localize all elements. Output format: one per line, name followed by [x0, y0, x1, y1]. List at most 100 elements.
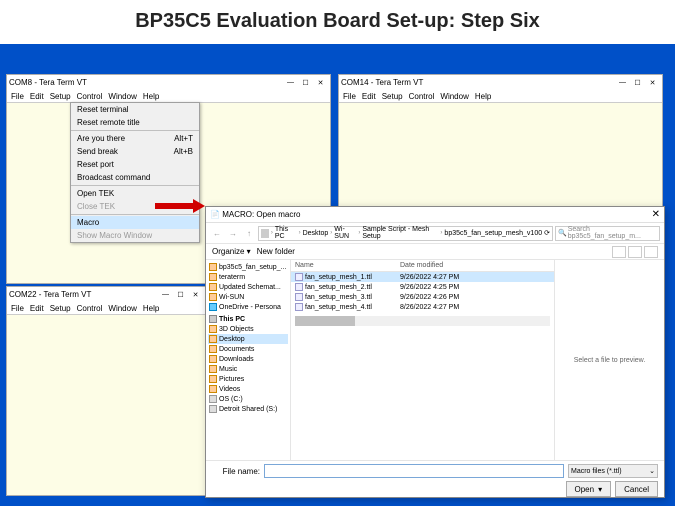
- search-input[interactable]: Search bp35c5_fan_setup_m...: [555, 226, 660, 241]
- scroll-thumb[interactable]: [295, 316, 355, 326]
- menu-macro[interactable]: Macro: [71, 216, 199, 229]
- file-filter-combo[interactable]: Macro files (*.ttl)⌄: [568, 464, 658, 478]
- minimize-button[interactable]: —: [615, 77, 630, 89]
- preview-pane: Select a file to preview.: [554, 260, 664, 460]
- menu-reset-port[interactable]: Reset port: [71, 158, 199, 171]
- nav-item[interactable]: OneDrive - Persona: [208, 302, 288, 312]
- chevron-down-icon[interactable]: ▾: [598, 485, 602, 494]
- folder-icon: [209, 375, 217, 383]
- nav-item[interactable]: bp35c5_fan_setup_...: [208, 262, 288, 272]
- nav-item[interactable]: Updated Schemat...: [208, 282, 288, 292]
- forward-button[interactable]: →: [226, 226, 240, 240]
- nav-item[interactable]: Detroit Shared (S:): [208, 404, 288, 414]
- menu-file[interactable]: File: [10, 304, 25, 313]
- titlebar[interactable]: COM22 - Tera Term VT — ☐ ✕: [7, 287, 205, 302]
- menu-edit[interactable]: Edit: [29, 92, 45, 101]
- titlebar[interactable]: COM8 - Tera Term VT — ☐ ✕: [7, 75, 330, 90]
- menu-help[interactable]: Help: [474, 92, 492, 101]
- maximize-button[interactable]: ☐: [630, 77, 645, 89]
- nav-item[interactable]: Wi-SUN: [208, 292, 288, 302]
- nav-item[interactable]: OS (C:): [208, 394, 288, 404]
- menu-window[interactable]: Window: [107, 92, 137, 101]
- close-button[interactable]: ✕: [645, 77, 660, 89]
- nav-row: ← → ↑ ›This PC ›Desktop ›Wi-SUN ›Sample …: [206, 223, 664, 243]
- maximize-button[interactable]: ☐: [298, 77, 313, 89]
- menu-are-you-there[interactable]: Are you thereAlt+T: [71, 132, 199, 145]
- open-button[interactable]: Open▾: [566, 481, 612, 497]
- menu-control[interactable]: Control: [76, 92, 104, 101]
- nav-item[interactable]: Desktop: [208, 334, 288, 344]
- column-name[interactable]: Name: [295, 262, 400, 269]
- folder-icon: [209, 355, 217, 363]
- menu-reset-terminal[interactable]: Reset terminal: [71, 103, 199, 116]
- nav-pane[interactable]: bp35c5_fan_setup_... teratermUpdated Sche…: [206, 260, 291, 460]
- nav-item[interactable]: Videos: [208, 384, 288, 394]
- menu-setup[interactable]: Setup: [49, 92, 72, 101]
- nav-item-label: OS (C:): [219, 396, 243, 403]
- maximize-button[interactable]: ☐: [173, 289, 188, 301]
- titlebar[interactable]: COM14 - Tera Term VT — ☐ ✕: [339, 75, 662, 90]
- folder-icon: [209, 283, 217, 291]
- menu-setup[interactable]: Setup: [381, 92, 404, 101]
- nav-item[interactable]: Documents: [208, 344, 288, 354]
- menu-setup[interactable]: Setup: [49, 304, 72, 313]
- file-name: fan_setup_mesh_4.ttl: [305, 304, 400, 311]
- nav-item-label: Documents: [219, 346, 254, 353]
- file-row[interactable]: fan_setup_mesh_4.ttl8/26/2022 4:27 PM: [291, 302, 554, 312]
- nav-item[interactable]: Pictures: [208, 374, 288, 384]
- menubar: File Edit Setup Control Window Help: [339, 90, 662, 103]
- menu-broadcast-command[interactable]: Broadcast command: [71, 171, 199, 184]
- column-date[interactable]: Date modified: [400, 262, 550, 269]
- menu-reset-remote-title[interactable]: Reset remote title: [71, 116, 199, 129]
- up-button[interactable]: ↑: [242, 226, 256, 240]
- menu-send-break[interactable]: Send breakAlt+B: [71, 145, 199, 158]
- pc-icon: [261, 229, 269, 238]
- nav-item[interactable]: Music: [208, 364, 288, 374]
- chevron-down-icon: ⌄: [649, 467, 655, 475]
- minimize-button[interactable]: —: [283, 77, 298, 89]
- close-button[interactable]: ✕: [188, 289, 203, 301]
- file-icon: [295, 293, 303, 301]
- menu-control[interactable]: Control: [408, 92, 436, 101]
- file-name: fan_setup_mesh_1.ttl: [305, 274, 400, 281]
- view-button-1[interactable]: [612, 246, 626, 258]
- refresh-button[interactable]: ⟳: [544, 229, 550, 237]
- menu-separator: [71, 130, 199, 131]
- search-icon: [558, 229, 568, 237]
- help-button[interactable]: [644, 246, 658, 258]
- close-button[interactable]: ✕: [636, 209, 660, 220]
- nav-item[interactable]: Downloads: [208, 354, 288, 364]
- nav-item-label: Wi-SUN: [219, 294, 244, 301]
- file-row[interactable]: fan_setup_mesh_1.ttl9/26/2022 4:27 PM: [291, 272, 554, 282]
- dialog-footer: File name: Macro files (*.ttl)⌄ Open▾ Ca…: [206, 460, 664, 496]
- new-folder-button[interactable]: New folder: [257, 247, 295, 256]
- menu-file[interactable]: File: [10, 92, 25, 101]
- column-headers[interactable]: Name Date modified: [291, 260, 554, 272]
- filename-input[interactable]: [264, 464, 564, 478]
- breadcrumb[interactable]: ›This PC ›Desktop ›Wi-SUN ›Sample Script…: [258, 226, 553, 241]
- menu-edit[interactable]: Edit: [29, 304, 45, 313]
- dialog-titlebar[interactable]: 📄 MACRO: Open macro ✕: [206, 207, 664, 223]
- minimize-button[interactable]: —: [158, 289, 173, 301]
- menu-file[interactable]: File: [342, 92, 357, 101]
- folder-icon: [209, 335, 217, 343]
- menu-control[interactable]: Control: [76, 304, 104, 313]
- back-button[interactable]: ←: [210, 226, 224, 240]
- cancel-button[interactable]: Cancel: [615, 481, 658, 497]
- menu-help[interactable]: Help: [142, 304, 160, 313]
- nav-item-label: teraterm: [219, 274, 245, 281]
- menu-edit[interactable]: Edit: [361, 92, 377, 101]
- organize-button[interactable]: Organize ▾: [212, 247, 251, 256]
- nav-item[interactable]: teraterm: [208, 272, 288, 282]
- file-row[interactable]: fan_setup_mesh_2.ttl9/26/2022 4:25 PM: [291, 282, 554, 292]
- close-button[interactable]: ✕: [313, 77, 328, 89]
- nav-item[interactable]: This PC: [208, 314, 288, 324]
- menu-window[interactable]: Window: [107, 304, 137, 313]
- menu-help[interactable]: Help: [142, 92, 160, 101]
- nav-item-label: Downloads: [219, 356, 254, 363]
- horizontal-scrollbar[interactable]: [295, 316, 550, 326]
- view-button-2[interactable]: [628, 246, 642, 258]
- menu-window[interactable]: Window: [439, 92, 469, 101]
- file-row[interactable]: fan_setup_mesh_3.ttl9/26/2022 4:26 PM: [291, 292, 554, 302]
- nav-item[interactable]: 3D Objects: [208, 324, 288, 334]
